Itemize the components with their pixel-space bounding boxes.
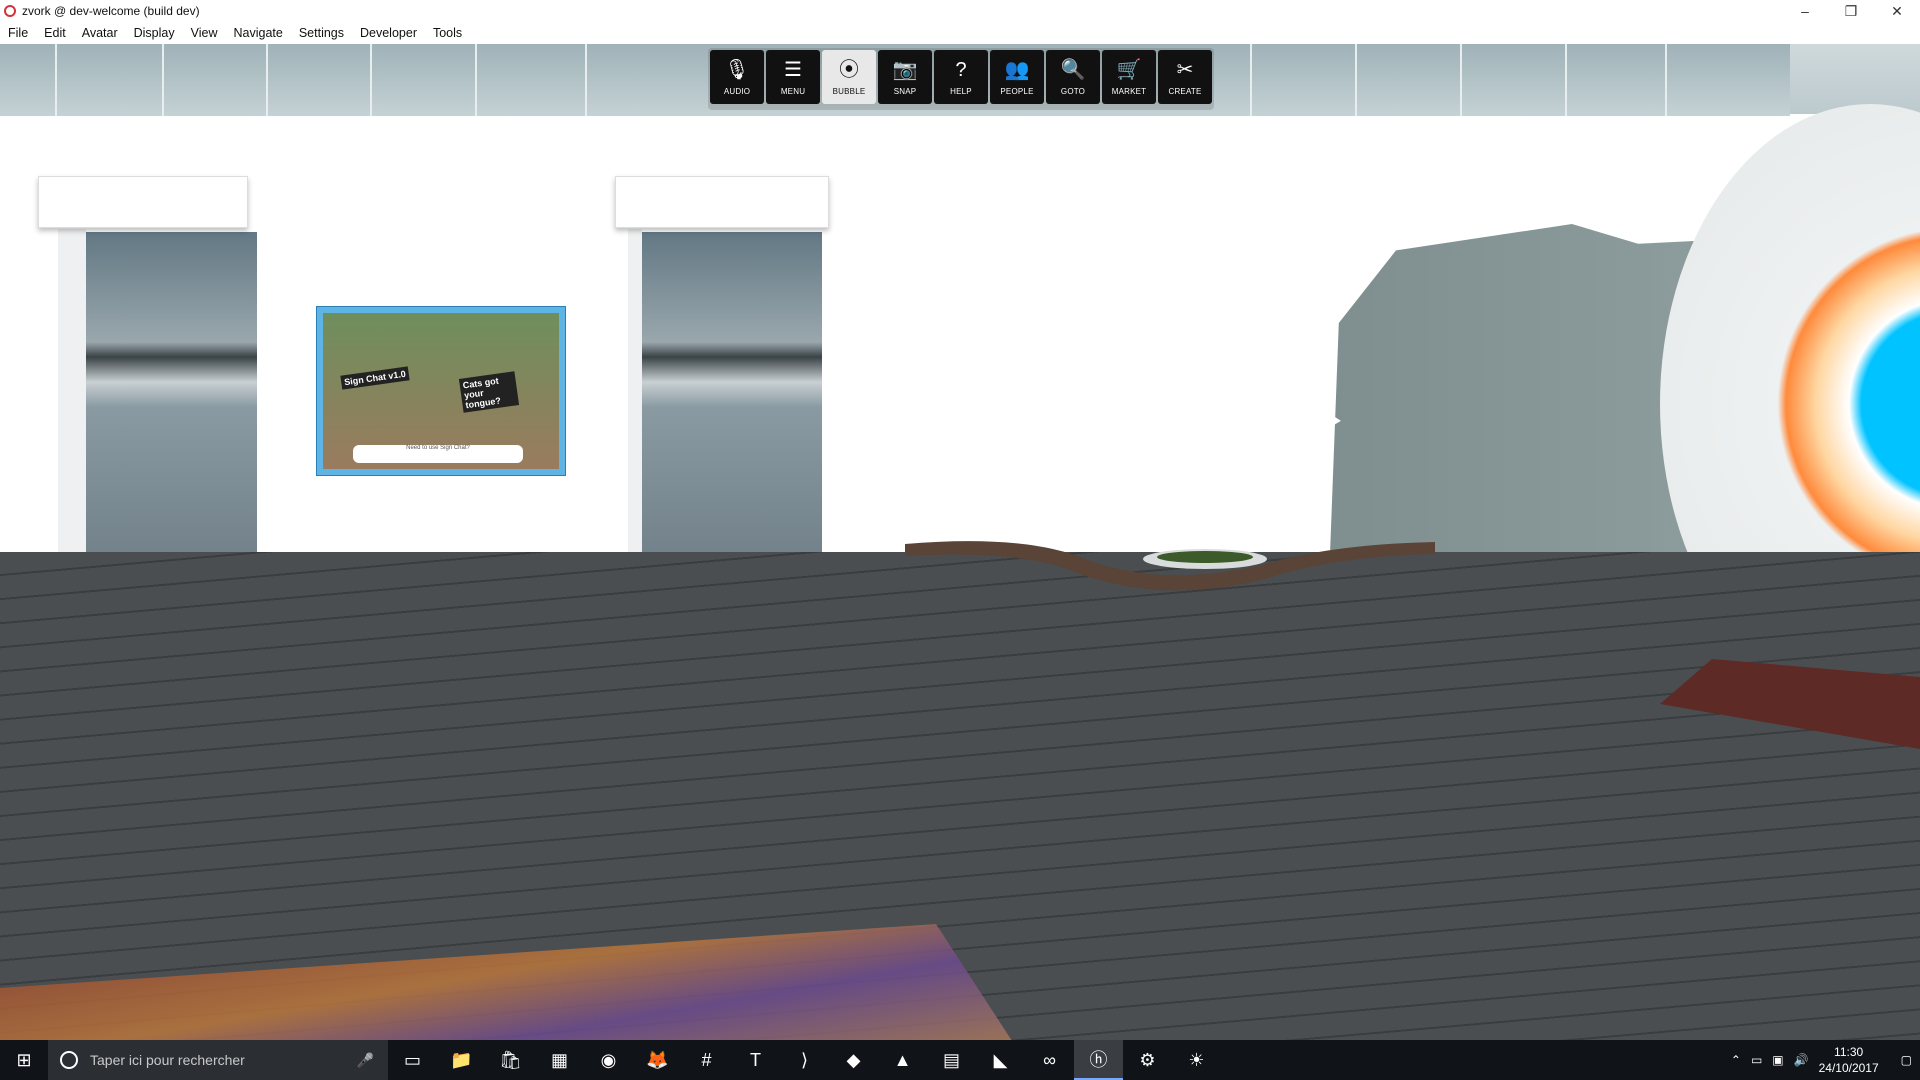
app-logo-icon bbox=[4, 5, 16, 17]
goto-icon: 🔍 bbox=[1060, 58, 1086, 81]
bubble-icon: ⦿ bbox=[839, 58, 859, 81]
audio-icon: 🎙 bbox=[724, 58, 750, 81]
sheets-icon[interactable]: ▤ bbox=[927, 1040, 976, 1080]
window-opening-center bbox=[640, 232, 822, 594]
app-icon[interactable]: T bbox=[731, 1040, 780, 1080]
minimize-button[interactable]: – bbox=[1782, 0, 1828, 22]
calculator-icon[interactable]: ▦ bbox=[535, 1040, 584, 1080]
menu-button[interactable]: ☰ MENU bbox=[766, 50, 820, 104]
search-placeholder: Taper ici pour rechercher bbox=[90, 1052, 245, 1068]
clock-time: 11:30 bbox=[1834, 1045, 1864, 1059]
menu-bar: File Edit Avatar Display View Navigate S… bbox=[0, 22, 1920, 44]
goto-button[interactable]: 🔍 GOTO bbox=[1046, 50, 1100, 104]
lintel-center bbox=[615, 176, 829, 228]
file-explorer-icon[interactable]: 📁 bbox=[437, 1040, 486, 1080]
menu-file[interactable]: File bbox=[0, 26, 36, 40]
task-view-icon[interactable]: ▭ bbox=[388, 1040, 437, 1080]
help-button[interactable]: ? HELP bbox=[934, 50, 988, 104]
sandbox-icon[interactable]: ☀ bbox=[1172, 1040, 1221, 1080]
snap-button[interactable]: 📷 SNAP bbox=[878, 50, 932, 104]
sign-chat-poster[interactable]: Sign Chat v1.0 Cats got your tongue? Nee… bbox=[316, 306, 566, 476]
menu-label: MENU bbox=[780, 86, 806, 96]
market-icon: 🛒 bbox=[1116, 58, 1142, 81]
3d-viewport[interactable]: Sign Chat v1.0 Cats got your tongue? Nee… bbox=[0, 44, 1920, 1040]
menu-navigate[interactable]: Navigate bbox=[225, 26, 290, 40]
microphone-icon[interactable]: 🎤 bbox=[357, 1052, 374, 1069]
system-tray: ⌃ ▭ ▣ 🔊 11:30 24/10/2017 ▢ bbox=[1731, 1044, 1920, 1076]
create-icon: ✂ bbox=[1176, 58, 1194, 81]
volume-icon[interactable]: 🔊 bbox=[1794, 1053, 1809, 1067]
pillar bbox=[58, 229, 86, 597]
bubble-button[interactable]: ⦿ BUBBLE bbox=[822, 50, 876, 104]
notification-icon[interactable]: ▢ bbox=[1901, 1053, 1912, 1067]
goto-label: GOTO bbox=[1060, 86, 1086, 96]
windows-start-icon[interactable]: ⊞ bbox=[0, 1040, 48, 1080]
market-label: MARKET bbox=[1111, 86, 1147, 96]
taskbar-apps: ▭ 📁 🛍 ▦ ◉ 🦊 # T ⟩ ◆ ▲ ▤ ◣ ∞ ⓗ ⚙ ☀ bbox=[388, 1040, 1221, 1080]
window-opening-left bbox=[82, 232, 257, 594]
matlab-icon[interactable]: ◣ bbox=[976, 1040, 1025, 1080]
interface-icon[interactable]: ⓗ bbox=[1074, 1040, 1123, 1080]
clock-date: 24/10/2017 bbox=[1818, 1061, 1879, 1075]
menu-edit[interactable]: Edit bbox=[36, 26, 74, 40]
menu-avatar[interactable]: Avatar bbox=[74, 26, 126, 40]
vscode-icon[interactable]: ⟩ bbox=[780, 1040, 829, 1080]
people-button[interactable]: 👥 PEOPLE bbox=[990, 50, 1044, 104]
firefox-icon[interactable]: 🦊 bbox=[633, 1040, 682, 1080]
menu-icon: ☰ bbox=[784, 58, 802, 81]
poster-image: Sign Chat v1.0 Cats got your tongue? Nee… bbox=[323, 313, 559, 469]
window-titlebar: zvork @ dev-welcome (build dev) – ❐ ✕ bbox=[0, 0, 1920, 22]
search-box[interactable]: Taper ici pour rechercher 🎤 bbox=[48, 1040, 388, 1080]
circular-bench[interactable] bbox=[905, 534, 1435, 604]
people-label: PEOPLE bbox=[1000, 86, 1034, 96]
window-title: zvork @ dev-welcome (build dev) bbox=[22, 4, 200, 18]
lintel-left bbox=[38, 176, 248, 228]
market-button[interactable]: 🛒 MARKET bbox=[1102, 50, 1156, 104]
menu-developer[interactable]: Developer bbox=[352, 26, 425, 40]
audio-label: AUDIO bbox=[723, 86, 751, 96]
audio-button[interactable]: 🎙 AUDIO bbox=[710, 50, 764, 104]
create-label: CREATE bbox=[1168, 86, 1202, 96]
cortana-icon bbox=[60, 1051, 78, 1069]
menu-display[interactable]: Display bbox=[126, 26, 183, 40]
slack-icon[interactable]: # bbox=[682, 1040, 731, 1080]
ceiling-beam bbox=[0, 116, 1920, 209]
menu-settings[interactable]: Settings bbox=[291, 26, 352, 40]
bubble-label: BUBBLE bbox=[832, 86, 866, 96]
git-icon[interactable]: ◆ bbox=[829, 1040, 878, 1080]
taskbar: ⊞ Taper ici pour rechercher 🎤 ▭ 📁 🛍 ▦ ◉ 🦊 # T ⟩ ◆… bbox=[0, 1040, 1920, 1080]
visual-studio-icon[interactable]: ∞ bbox=[1025, 1040, 1074, 1080]
store-icon[interactable]: 🛍 bbox=[486, 1040, 535, 1080]
poster-caption-right: Cats got your tongue? bbox=[458, 371, 520, 413]
chevron-up-icon[interactable]: ⌃ bbox=[1731, 1053, 1741, 1067]
poster-text-bar: Need to use Sign Chat? bbox=[353, 445, 523, 463]
paint-icon[interactable]: ▲ bbox=[878, 1040, 927, 1080]
poster-caption-left: Sign Chat v1.0 bbox=[340, 366, 410, 390]
main-toolbar: 🎙 AUDIO ☰ MENU ⦿ BUBBLE 📷 SNAP? HELP 👥 PEOPLE 🔍 GOTO… bbox=[708, 48, 1214, 110]
settings-icon[interactable]: ⚙ bbox=[1123, 1040, 1172, 1080]
people-icon: 👥 bbox=[1004, 58, 1030, 81]
clock[interactable]: 11:30 24/10/2017 bbox=[1819, 1044, 1879, 1076]
network-icon[interactable]: ▣ bbox=[1772, 1053, 1783, 1067]
snap-label: SNAP bbox=[893, 86, 917, 96]
menu-tools[interactable]: Tools bbox=[425, 26, 470, 40]
close-button[interactable]: ✕ bbox=[1874, 0, 1920, 22]
browser-icon[interactable]: ◉ bbox=[584, 1040, 633, 1080]
help-label: HELP bbox=[950, 86, 972, 96]
snap-icon: 📷 bbox=[892, 58, 918, 81]
create-button[interactable]: ✂ CREATE bbox=[1158, 50, 1212, 104]
help-icon: ? bbox=[955, 58, 967, 81]
restore-button[interactable]: ❐ bbox=[1828, 0, 1874, 22]
pillar bbox=[628, 229, 642, 597]
battery-icon[interactable]: ▭ bbox=[1751, 1053, 1762, 1067]
menu-view[interactable]: View bbox=[183, 26, 226, 40]
